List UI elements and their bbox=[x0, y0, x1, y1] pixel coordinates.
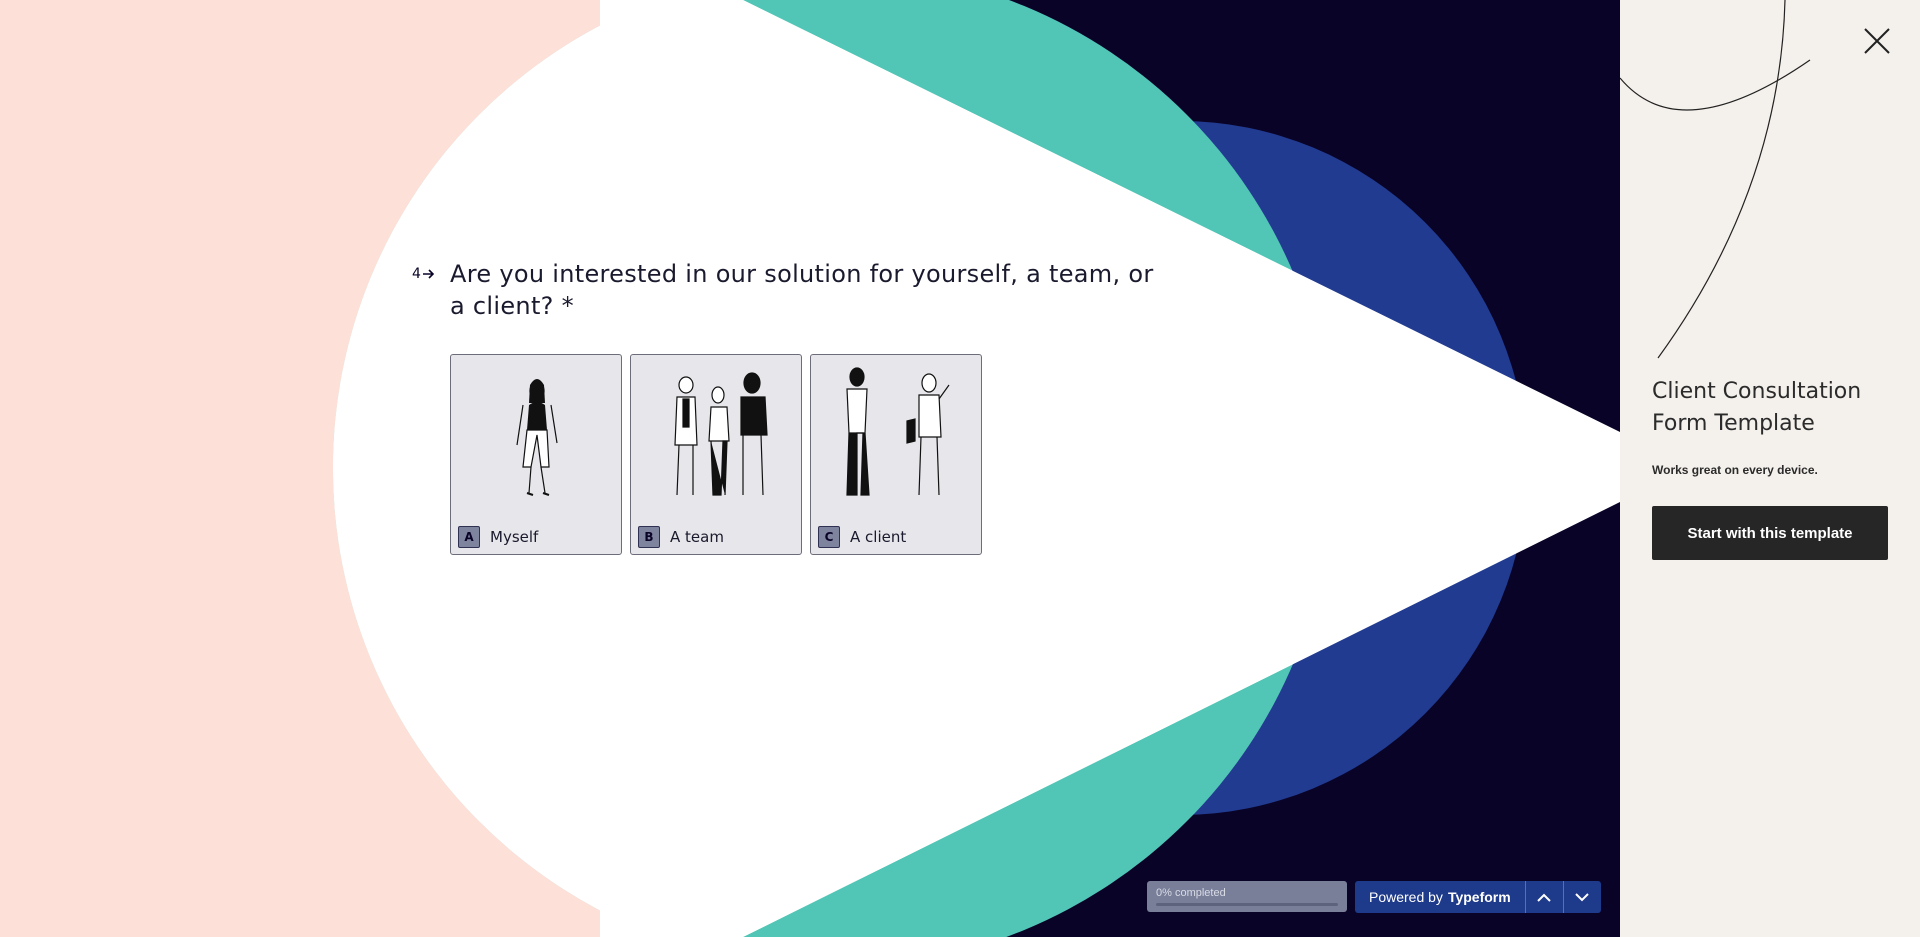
choice-label-a-team: A team bbox=[670, 528, 724, 546]
template-title: Client Consultation Form Template bbox=[1652, 379, 1862, 436]
template-side-panel: Client Consultation Form Template Works … bbox=[1620, 0, 1920, 937]
question-block: 4 Are you interested in our solution for… bbox=[412, 258, 1172, 555]
typeform-brand: Typeform bbox=[1447, 889, 1511, 905]
progress-track bbox=[1156, 903, 1338, 906]
two-people-talking-illustration bbox=[846, 367, 950, 496]
powered-by-text: Powered by bbox=[1369, 889, 1443, 905]
form-canvas: 4 Are you interested in our solution for… bbox=[0, 0, 1620, 937]
choice-label-a-client: A client bbox=[850, 528, 907, 546]
previous-question-button[interactable] bbox=[1524, 881, 1563, 913]
powered-by-typeform-link[interactable]: Powered by Typeform bbox=[1355, 881, 1525, 913]
chevron-up-icon bbox=[1537, 893, 1551, 902]
form-footer: 0% completed Powered by Typeform bbox=[1147, 881, 1601, 913]
single-person-illustration bbox=[516, 379, 558, 496]
choice-a-client[interactable]: C A client bbox=[810, 354, 982, 555]
chevron-down-icon bbox=[1575, 892, 1589, 901]
progress-indicator: 0% completed bbox=[1147, 881, 1347, 912]
choice-key-b: B bbox=[638, 526, 660, 548]
choice-key-c: C bbox=[818, 526, 840, 548]
choice-key-a: A bbox=[458, 526, 480, 548]
progress-text: 0% completed bbox=[1156, 887, 1226, 899]
choice-list: A Myself B A team C A client bbox=[450, 354, 982, 555]
question-text: Are you interested in our solution for y… bbox=[450, 260, 1154, 320]
start-template-button[interactable]: Start with this template bbox=[1652, 506, 1888, 560]
choice-myself[interactable]: A Myself bbox=[450, 354, 622, 555]
close-button[interactable] bbox=[1857, 21, 1897, 61]
next-question-button[interactable] bbox=[1562, 881, 1601, 913]
question-number-text: 4 bbox=[412, 266, 421, 282]
arrow-right-icon bbox=[422, 269, 435, 279]
template-subtitle: Works great on every device. bbox=[1652, 463, 1818, 477]
question-number: 4 bbox=[412, 266, 435, 282]
group-of-people-illustration bbox=[674, 372, 768, 496]
choice-a-team[interactable]: B A team bbox=[630, 354, 802, 555]
navigation-group: Powered by Typeform bbox=[1355, 881, 1601, 913]
close-icon bbox=[1864, 28, 1890, 54]
choice-label-myself: Myself bbox=[490, 528, 539, 546]
